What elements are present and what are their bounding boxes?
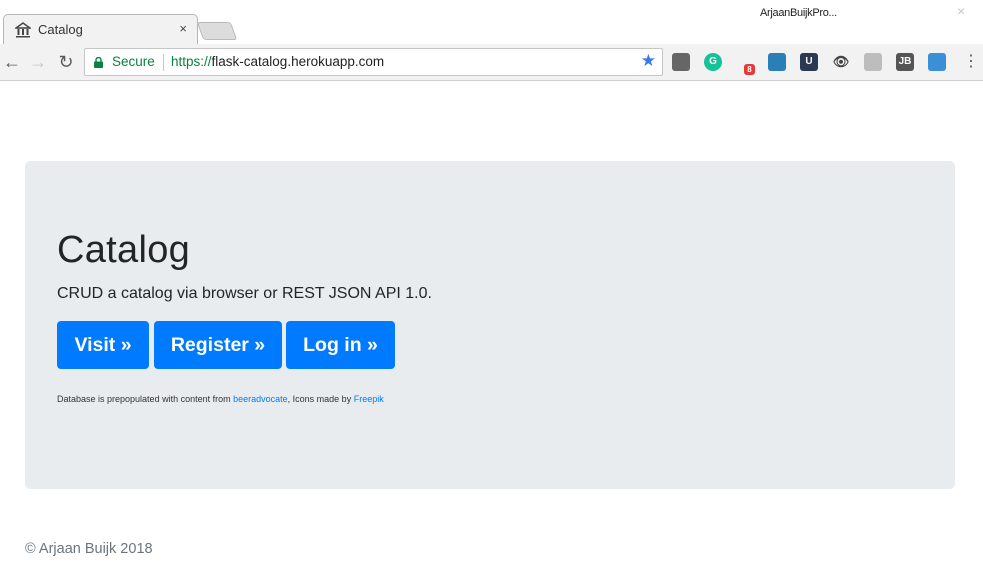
profile-name[interactable]: ArjaanBuijkPro...	[760, 7, 837, 19]
forward-icon[interactable]: →	[28, 52, 48, 72]
eye-extension-icon[interactable]: 👁	[832, 53, 850, 71]
grammarly-icon[interactable]: G	[704, 53, 722, 71]
address-bar[interactable]: Secure https://flask-catalog.herokuapp.c…	[84, 48, 663, 76]
omnibox-divider	[163, 54, 164, 71]
new-tab-button[interactable]	[196, 22, 238, 40]
cube-extension-icon[interactable]	[864, 53, 882, 71]
bookmark-star-icon[interactable]: ★	[641, 51, 656, 71]
window-close-icon[interactable]: ×	[957, 3, 965, 19]
note-middle: , Icons made by	[287, 394, 354, 404]
browser-chrome: Catalog × ArjaanBuijkPro... × ← → ↻ Secu…	[0, 0, 983, 81]
tab-catalog[interactable]: Catalog ×	[3, 14, 198, 44]
register-button[interactable]: Register »	[154, 321, 282, 369]
page-content: Catalog CRUD a catalog via browser or RE…	[0, 81, 983, 566]
tab-strip: Catalog × ArjaanBuijkPro... ×	[0, 0, 983, 44]
visit-button[interactable]: Visit »	[57, 321, 149, 369]
attribution-note: Database is prepopulated with content fr…	[57, 394, 384, 404]
tile-extension-icon[interactable]	[768, 53, 786, 71]
tab-close-icon[interactable]: ×	[179, 21, 187, 37]
note-prefix: Database is prepopulated with content fr…	[57, 394, 234, 404]
ublock-icon[interactable]: U	[800, 53, 818, 71]
url-scheme: https://	[171, 54, 212, 69]
shield-extension-icon[interactable]	[928, 53, 946, 71]
url-host: flask-catalog.herokuapp.com	[211, 54, 385, 69]
lock-icon	[94, 57, 103, 68]
library-icon	[15, 22, 31, 38]
browser-toolbar: ← → ↻ Secure https://flask-catalog.herok…	[0, 44, 983, 81]
menu-icon[interactable]: ⋮	[963, 52, 979, 72]
lead-text: CRUD a catalog via browser or REST JSON …	[57, 285, 432, 302]
freepik-link[interactable]: Freepik	[354, 394, 384, 404]
notifications-icon[interactable]: 8	[744, 64, 755, 75]
reload-icon[interactable]: ↻	[56, 52, 76, 72]
bookmark-manager-icon[interactable]	[672, 53, 690, 71]
page-title: Catalog	[57, 229, 191, 271]
footer-copyright: © Arjaan Buijk 2018	[25, 541, 153, 557]
jb-extension-icon[interactable]: JB	[896, 53, 914, 71]
beeradvocate-link[interactable]: beeradvocate	[233, 394, 288, 404]
tab-title: Catalog	[38, 22, 83, 37]
secure-label: Secure	[112, 54, 155, 69]
jumbotron: Catalog CRUD a catalog via browser or RE…	[25, 161, 955, 489]
back-icon[interactable]: ←	[2, 52, 22, 72]
login-button[interactable]: Log in »	[286, 321, 395, 369]
url-text[interactable]: https://flask-catalog.herokuapp.com	[171, 54, 384, 69]
